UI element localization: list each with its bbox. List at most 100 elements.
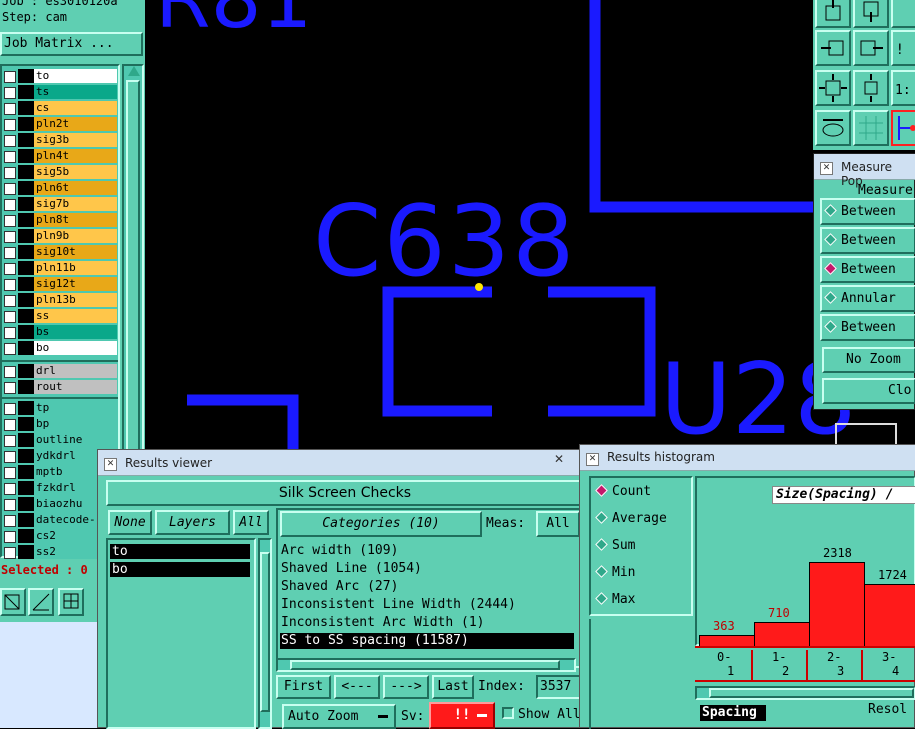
layer-checkbox[interactable] xyxy=(4,135,16,147)
layer-name[interactable]: bo xyxy=(34,341,117,355)
grid-view-icon[interactable] xyxy=(853,110,889,146)
layer-name[interactable]: pln6t xyxy=(34,181,117,195)
layer-checkbox[interactable] xyxy=(4,403,16,415)
histogram-bar[interactable] xyxy=(809,562,865,648)
layer-row-pln13b[interactable]: pln13b xyxy=(2,292,118,308)
layer-checkbox[interactable] xyxy=(4,547,16,559)
layer-name[interactable]: bp xyxy=(34,417,117,431)
tool-wrench-icon[interactable] xyxy=(815,110,851,146)
layer-checkbox[interactable] xyxy=(4,183,16,195)
net-highlight-icon[interactable] xyxy=(891,110,915,146)
category-item[interactable]: SS to SS spacing (11587) xyxy=(280,633,574,649)
category-item[interactable]: Inconsistent Arc Width (1) xyxy=(280,615,574,631)
category-item[interactable]: Shaved Line (1054) xyxy=(280,561,574,577)
layer-row-sig5b[interactable]: sig5b xyxy=(2,164,118,180)
layer-checkbox[interactable] xyxy=(4,327,16,339)
zoom-fit-icon[interactable] xyxy=(891,0,915,28)
scroll-thumb[interactable] xyxy=(709,688,914,698)
measure-option-1[interactable]: Between xyxy=(820,227,915,254)
layer-row-sig10t[interactable]: sig10t xyxy=(2,244,118,260)
layer-checkbox[interactable] xyxy=(4,215,16,227)
histogram-hscroll[interactable] xyxy=(695,686,915,700)
layer-results-scrollbar[interactable] xyxy=(258,538,272,729)
layer-row-bs[interactable]: bs xyxy=(2,324,118,340)
layer-checkbox[interactable] xyxy=(4,263,16,275)
category-item[interactable]: Shaved Arc (27) xyxy=(280,579,574,595)
layer-checkbox[interactable] xyxy=(4,231,16,243)
layer-name[interactable]: ts xyxy=(34,85,117,99)
histogram-option-3[interactable]: Min xyxy=(593,563,691,583)
layer-checkbox[interactable] xyxy=(4,435,16,447)
layer-name[interactable]: sig5b xyxy=(34,165,117,179)
layer-row-cs[interactable]: cs xyxy=(2,100,118,116)
layer-checkbox[interactable] xyxy=(4,467,16,479)
histogram-option-0[interactable]: Count xyxy=(593,482,691,502)
measure-option-2[interactable]: Between xyxy=(820,256,915,283)
move-left-icon[interactable] xyxy=(815,30,851,66)
layer-checkbox[interactable] xyxy=(4,366,16,378)
layer-row-sig12t[interactable]: sig12t xyxy=(2,276,118,292)
category-item[interactable]: Inconsistent Line Width (2444) xyxy=(280,597,574,613)
histogram-option-2[interactable]: Sum xyxy=(593,536,691,556)
close-button[interactable]: Clo xyxy=(822,378,915,404)
layer-checkbox[interactable] xyxy=(4,199,16,211)
measure-option-3[interactable]: Annular xyxy=(820,285,915,312)
layer-row-drl[interactable]: drl xyxy=(2,363,118,379)
severity-dropdown[interactable]: !! xyxy=(429,702,495,729)
scroll-thumb[interactable] xyxy=(260,552,270,712)
measure-option-4[interactable]: Between xyxy=(820,314,915,341)
layer-name[interactable]: sig12t xyxy=(34,277,117,291)
layer-checkbox[interactable] xyxy=(4,382,16,394)
layer-name[interactable]: pln9b xyxy=(34,229,117,243)
results-histogram-titlebar[interactable]: ✕ Results histogram xyxy=(580,445,915,471)
layer-checkbox[interactable] xyxy=(4,87,16,99)
layer-checkbox[interactable] xyxy=(4,247,16,259)
layer-row-ts[interactable]: ts xyxy=(2,84,118,100)
job-matrix-button[interactable]: Job Matrix ... xyxy=(0,32,143,56)
move-up-icon[interactable] xyxy=(815,0,851,28)
layer-name[interactable]: to xyxy=(34,69,117,83)
histogram-bar[interactable] xyxy=(754,622,810,648)
auto-zoom-dropdown[interactable]: Auto Zoom xyxy=(282,704,396,729)
layer-results-list[interactable]: to bo xyxy=(106,538,256,729)
layer-checkbox[interactable] xyxy=(4,419,16,431)
first-button[interactable]: First xyxy=(276,675,331,699)
layer-name[interactable]: tp xyxy=(34,401,117,415)
layer-row-tp[interactable]: tp xyxy=(2,400,118,416)
none-button[interactable]: None xyxy=(108,510,152,535)
layer-row-pln11b[interactable]: pln11b xyxy=(2,260,118,276)
layer-checkbox[interactable] xyxy=(4,295,16,307)
measure-option-0[interactable]: Between xyxy=(820,198,915,225)
category-item[interactable]: Arc width (109) xyxy=(280,543,574,559)
layer-name[interactable]: pln8t xyxy=(34,213,117,227)
layer-checkbox[interactable] xyxy=(4,483,16,495)
layer-row-pln4t[interactable]: pln4t xyxy=(2,148,118,164)
scroll-up-icon[interactable] xyxy=(128,66,140,76)
layer-checkbox[interactable] xyxy=(4,311,16,323)
meas-dropdown[interactable]: All xyxy=(536,511,580,537)
layer-checkbox[interactable] xyxy=(4,343,16,355)
layer-row-bo[interactable]: bo xyxy=(2,340,118,356)
layer-row-pln8t[interactable]: pln8t xyxy=(2,212,118,228)
move-right-icon[interactable] xyxy=(853,30,889,66)
move-down-icon[interactable] xyxy=(853,0,889,28)
layer-row-to[interactable]: to xyxy=(2,68,118,84)
layer-name[interactable]: pln13b xyxy=(34,293,117,307)
layer-checkbox[interactable] xyxy=(4,451,16,463)
result-layer-item[interactable]: bo xyxy=(110,562,250,577)
histogram-bar[interactable] xyxy=(864,584,915,648)
layer-name[interactable]: bs xyxy=(34,325,117,339)
categories-hscroll[interactable] xyxy=(276,658,576,672)
results-viewer-titlebar[interactable]: ✕ Results viewer ✕ xyxy=(98,450,584,476)
layer-name[interactable]: sig10t xyxy=(34,245,117,259)
index-field[interactable]: 3537 xyxy=(536,675,584,699)
grid-icon[interactable] xyxy=(58,588,84,616)
zoom-expand-icon[interactable] xyxy=(815,70,851,106)
layer-name[interactable]: cs xyxy=(34,101,117,115)
layer-row-pln2t[interactable]: pln2t xyxy=(2,116,118,132)
result-layer-item[interactable]: to xyxy=(110,544,250,559)
layer-name[interactable]: pln11b xyxy=(34,261,117,275)
scale-icon[interactable]: 1: xyxy=(891,70,915,106)
zoom-center-icon[interactable] xyxy=(853,70,889,106)
show-all-checkbox[interactable] xyxy=(502,707,514,719)
